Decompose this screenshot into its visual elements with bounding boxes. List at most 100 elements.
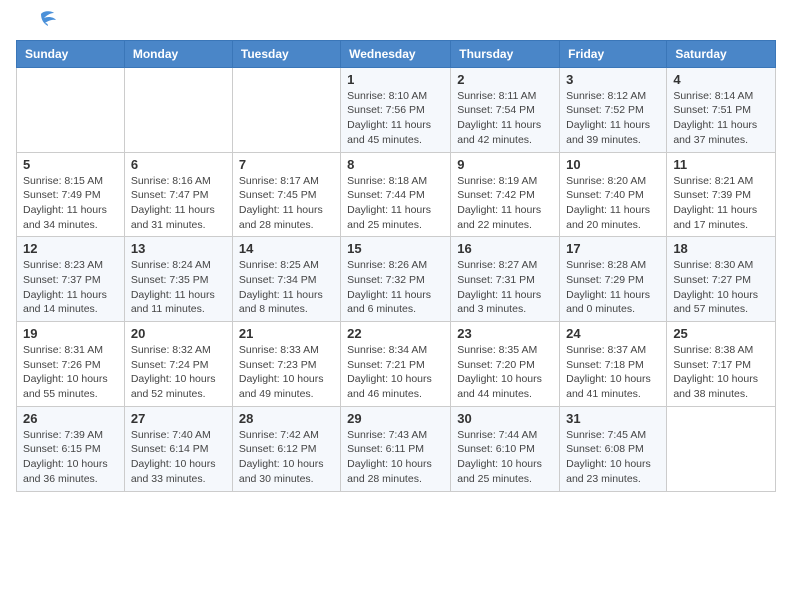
calendar-cell: 21 Sunrise: 8:33 AM Sunset: 7:23 PM Dayli… bbox=[232, 322, 340, 407]
day-info: Sunrise: 8:15 AM Sunset: 7:49 PM Dayligh… bbox=[23, 174, 118, 233]
calendar-cell: 4Sunrise: 8:14 AM Sunset: 7:51 PM Daylig… bbox=[667, 67, 776, 152]
day-number: 25 bbox=[673, 326, 769, 341]
page-header bbox=[0, 0, 792, 40]
calendar-cell: 27 Sunrise: 7:40 AM Sunset: 6:14 PM Dayli… bbox=[124, 406, 232, 491]
calendar-header-row: SundayMondayTuesdayWednesdayThursdayFrid… bbox=[17, 40, 776, 67]
calendar-cell: 5 Sunrise: 8:15 AM Sunset: 7:49 PM Daylig… bbox=[17, 152, 125, 237]
day-number: 16 bbox=[457, 241, 553, 256]
calendar-cell: 31 Sunrise: 7:45 AM Sunset: 6:08 PM Dayli… bbox=[560, 406, 667, 491]
day-info: Sunrise: 7:39 AM Sunset: 6:15 PM Dayligh… bbox=[23, 428, 118, 487]
calendar-cell: 29Sunrise: 7:43 AM Sunset: 6:11 PM Dayli… bbox=[341, 406, 451, 491]
calendar-cell bbox=[232, 67, 340, 152]
day-number: 14 bbox=[239, 241, 334, 256]
day-number: 8 bbox=[347, 157, 444, 172]
day-info: Sunrise: 8:37 AM Sunset: 7:18 PM Dayligh… bbox=[566, 343, 660, 402]
day-number: 9 bbox=[457, 157, 553, 172]
day-info: Sunrise: 8:27 AM Sunset: 7:31 PM Dayligh… bbox=[457, 258, 553, 317]
calendar-table: SundayMondayTuesdayWednesdayThursdayFrid… bbox=[16, 40, 776, 492]
calendar-cell: 28Sunrise: 7:42 AM Sunset: 6:12 PM Dayli… bbox=[232, 406, 340, 491]
day-number: 31 bbox=[566, 411, 660, 426]
day-info: Sunrise: 8:20 AM Sunset: 7:40 PM Dayligh… bbox=[566, 174, 660, 233]
day-info: Sunrise: 8:31 AM Sunset: 7:26 PM Dayligh… bbox=[23, 343, 118, 402]
day-info: Sunrise: 8:28 AM Sunset: 7:29 PM Dayligh… bbox=[566, 258, 660, 317]
calendar-cell: 23 Sunrise: 8:35 AM Sunset: 7:20 PM Dayli… bbox=[451, 322, 560, 407]
day-number: 19 bbox=[23, 326, 118, 341]
day-info: Sunrise: 8:17 AM Sunset: 7:45 PM Dayligh… bbox=[239, 174, 334, 233]
calendar-cell: 13Sunrise: 8:24 AM Sunset: 7:35 PM Dayli… bbox=[124, 237, 232, 322]
day-number: 21 bbox=[239, 326, 334, 341]
calendar-cell: 2Sunrise: 8:11 AM Sunset: 7:54 PM Daylig… bbox=[451, 67, 560, 152]
day-header-saturday: Saturday bbox=[667, 40, 776, 67]
day-info: Sunrise: 7:44 AM Sunset: 6:10 PM Dayligh… bbox=[457, 428, 553, 487]
calendar-week-row: 19 Sunrise: 8:31 AM Sunset: 7:26 PM Dayli… bbox=[17, 322, 776, 407]
calendar-cell: 20 Sunrise: 8:32 AM Sunset: 7:24 PM Dayli… bbox=[124, 322, 232, 407]
calendar-cell: 11 Sunrise: 8:21 AM Sunset: 7:39 PM Dayli… bbox=[667, 152, 776, 237]
calendar-week-row: 12Sunrise: 8:23 AM Sunset: 7:37 PM Dayli… bbox=[17, 237, 776, 322]
calendar-cell: 12Sunrise: 8:23 AM Sunset: 7:37 PM Dayli… bbox=[17, 237, 125, 322]
day-info: Sunrise: 8:21 AM Sunset: 7:39 PM Dayligh… bbox=[673, 174, 769, 233]
calendar-container: SundayMondayTuesdayWednesdayThursdayFrid… bbox=[0, 40, 792, 504]
calendar-week-row: 5 Sunrise: 8:15 AM Sunset: 7:49 PM Daylig… bbox=[17, 152, 776, 237]
calendar-cell: 22 Sunrise: 8:34 AM Sunset: 7:21 PM Dayli… bbox=[341, 322, 451, 407]
day-header-wednesday: Wednesday bbox=[341, 40, 451, 67]
day-number: 11 bbox=[673, 157, 769, 172]
calendar-cell: 16 Sunrise: 8:27 AM Sunset: 7:31 PM Dayli… bbox=[451, 237, 560, 322]
day-info: Sunrise: 8:34 AM Sunset: 7:21 PM Dayligh… bbox=[347, 343, 444, 402]
calendar-cell bbox=[667, 406, 776, 491]
day-info: Sunrise: 8:10 AM Sunset: 7:56 PM Dayligh… bbox=[347, 89, 444, 148]
day-info: Sunrise: 8:26 AM Sunset: 7:32 PM Dayligh… bbox=[347, 258, 444, 317]
day-number: 26 bbox=[23, 411, 118, 426]
calendar-cell: 17 Sunrise: 8:28 AM Sunset: 7:29 PM Dayli… bbox=[560, 237, 667, 322]
day-number: 2 bbox=[457, 72, 553, 87]
logo-bird-icon bbox=[26, 10, 56, 32]
day-number: 24 bbox=[566, 326, 660, 341]
day-info: Sunrise: 8:12 AM Sunset: 7:52 PM Dayligh… bbox=[566, 89, 660, 148]
day-number: 10 bbox=[566, 157, 660, 172]
calendar-cell bbox=[17, 67, 125, 152]
calendar-cell: 3 Sunrise: 8:12 AM Sunset: 7:52 PM Daylig… bbox=[560, 67, 667, 152]
day-number: 17 bbox=[566, 241, 660, 256]
day-number: 7 bbox=[239, 157, 334, 172]
day-header-sunday: Sunday bbox=[17, 40, 125, 67]
calendar-cell: 7 Sunrise: 8:17 AM Sunset: 7:45 PM Daylig… bbox=[232, 152, 340, 237]
day-info: Sunrise: 8:35 AM Sunset: 7:20 PM Dayligh… bbox=[457, 343, 553, 402]
day-number: 1 bbox=[347, 72, 444, 87]
day-number: 27 bbox=[131, 411, 226, 426]
calendar-cell: 24 Sunrise: 8:37 AM Sunset: 7:18 PM Dayli… bbox=[560, 322, 667, 407]
day-info: Sunrise: 8:14 AM Sunset: 7:51 PM Dayligh… bbox=[673, 89, 769, 148]
calendar-cell: 26 Sunrise: 7:39 AM Sunset: 6:15 PM Dayli… bbox=[17, 406, 125, 491]
day-header-friday: Friday bbox=[560, 40, 667, 67]
day-number: 30 bbox=[457, 411, 553, 426]
day-number: 20 bbox=[131, 326, 226, 341]
day-number: 3 bbox=[566, 72, 660, 87]
calendar-week-row: 1 Sunrise: 8:10 AM Sunset: 7:56 PM Daylig… bbox=[17, 67, 776, 152]
calendar-cell bbox=[124, 67, 232, 152]
calendar-cell: 30 Sunrise: 7:44 AM Sunset: 6:10 PM Dayli… bbox=[451, 406, 560, 491]
day-number: 29 bbox=[347, 411, 444, 426]
day-info: Sunrise: 8:38 AM Sunset: 7:17 PM Dayligh… bbox=[673, 343, 769, 402]
day-info: Sunrise: 8:32 AM Sunset: 7:24 PM Dayligh… bbox=[131, 343, 226, 402]
day-number: 15 bbox=[347, 241, 444, 256]
day-info: Sunrise: 8:18 AM Sunset: 7:44 PM Dayligh… bbox=[347, 174, 444, 233]
calendar-cell: 18 Sunrise: 8:30 AM Sunset: 7:27 PM Dayli… bbox=[667, 237, 776, 322]
day-info: Sunrise: 7:40 AM Sunset: 6:14 PM Dayligh… bbox=[131, 428, 226, 487]
day-info: Sunrise: 7:45 AM Sunset: 6:08 PM Dayligh… bbox=[566, 428, 660, 487]
calendar-cell: 15 Sunrise: 8:26 AM Sunset: 7:32 PM Dayli… bbox=[341, 237, 451, 322]
day-info: Sunrise: 8:33 AM Sunset: 7:23 PM Dayligh… bbox=[239, 343, 334, 402]
day-number: 28 bbox=[239, 411, 334, 426]
day-number: 5 bbox=[23, 157, 118, 172]
calendar-cell: 1 Sunrise: 8:10 AM Sunset: 7:56 PM Daylig… bbox=[341, 67, 451, 152]
calendar-cell: 10 Sunrise: 8:20 AM Sunset: 7:40 PM Dayli… bbox=[560, 152, 667, 237]
calendar-cell: 19 Sunrise: 8:31 AM Sunset: 7:26 PM Dayli… bbox=[17, 322, 125, 407]
day-header-thursday: Thursday bbox=[451, 40, 560, 67]
day-info: Sunrise: 8:19 AM Sunset: 7:42 PM Dayligh… bbox=[457, 174, 553, 233]
day-number: 18 bbox=[673, 241, 769, 256]
day-number: 22 bbox=[347, 326, 444, 341]
day-info: Sunrise: 8:30 AM Sunset: 7:27 PM Dayligh… bbox=[673, 258, 769, 317]
calendar-cell: 8 Sunrise: 8:18 AM Sunset: 7:44 PM Daylig… bbox=[341, 152, 451, 237]
day-number: 6 bbox=[131, 157, 226, 172]
day-header-tuesday: Tuesday bbox=[232, 40, 340, 67]
day-number: 23 bbox=[457, 326, 553, 341]
day-info: Sunrise: 8:25 AM Sunset: 7:34 PM Dayligh… bbox=[239, 258, 334, 317]
day-info: Sunrise: 8:16 AM Sunset: 7:47 PM Dayligh… bbox=[131, 174, 226, 233]
